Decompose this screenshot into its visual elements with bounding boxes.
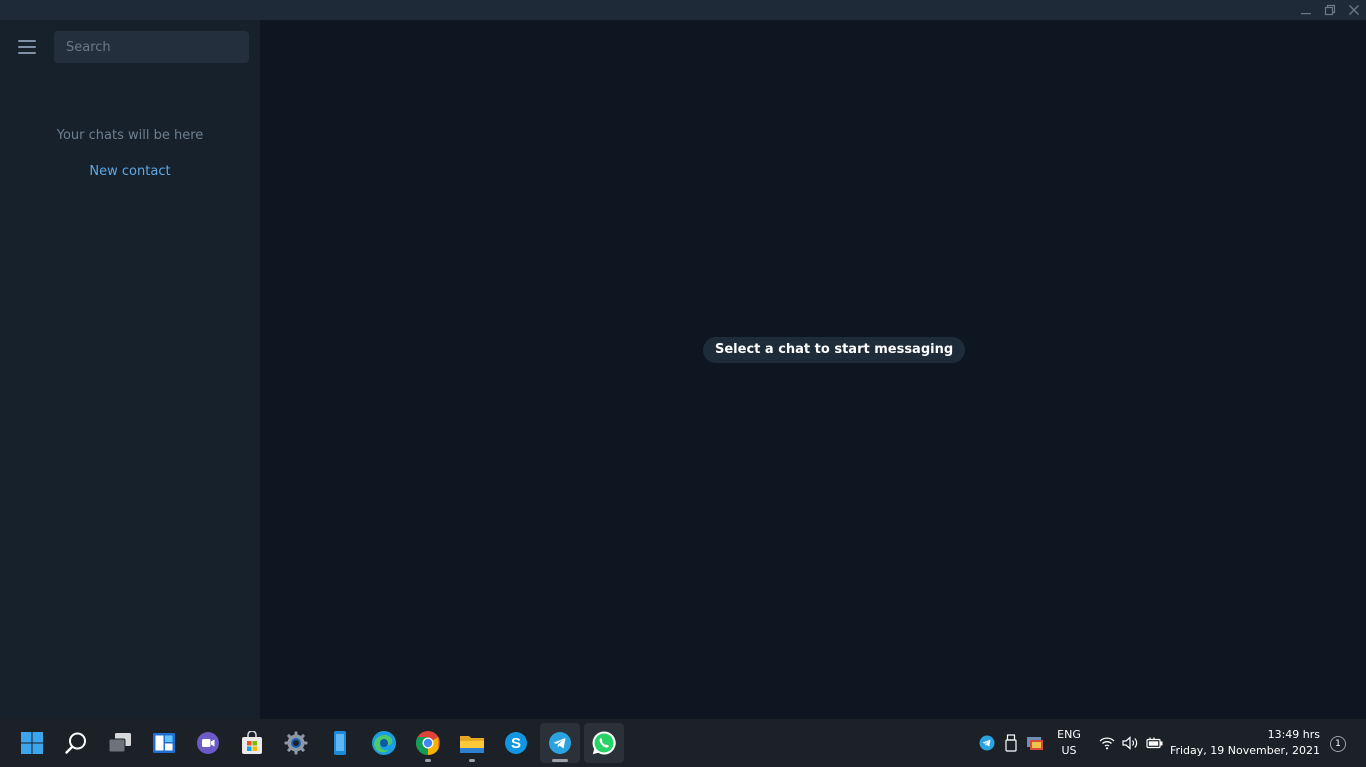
teams-chat-button[interactable] — [188, 723, 228, 763]
chat-main-panel: Select a chat to start messaging — [260, 20, 1366, 719]
active-indicator — [552, 759, 568, 762]
telegram-icon — [549, 732, 571, 754]
start-button[interactable] — [12, 723, 52, 763]
running-indicator — [469, 759, 475, 762]
taskbar: S ENG US 13:49 hrs Friday, 19 November, … — [0, 719, 1366, 767]
volume-icon — [1122, 736, 1138, 750]
microsoft-store-button[interactable] — [232, 723, 272, 763]
window-controls — [1294, 0, 1366, 20]
new-contact-link[interactable]: New contact — [0, 164, 260, 179]
search-box — [54, 31, 249, 63]
tray-battery[interactable] — [1144, 719, 1166, 767]
keyboard-layout: US — [1061, 744, 1077, 757]
usb-drive-icon — [1005, 734, 1017, 752]
search-icon — [65, 732, 86, 754]
microsoft-store-icon — [242, 731, 262, 754]
file-explorer-icon — [460, 736, 484, 753]
close-button[interactable] — [1342, 0, 1366, 20]
chrome-icon — [415, 731, 440, 755]
battery-charging-icon — [1146, 737, 1163, 749]
hamburger-menu-icon-line — [18, 52, 36, 54]
whatsapp-button[interactable] — [584, 723, 624, 763]
running-indicator — [425, 759, 431, 762]
tray-wifi[interactable] — [1096, 719, 1118, 767]
hamburger-menu-icon-line — [18, 46, 36, 48]
settings-button[interactable] — [276, 723, 316, 763]
chrome-button[interactable] — [408, 723, 448, 763]
display-settings-icon — [1027, 737, 1043, 750]
hamburger-menu-icon-line — [18, 40, 36, 42]
restore-button[interactable] — [1318, 0, 1342, 20]
telegram-tray-icon — [979, 735, 995, 751]
taskbar-search-button[interactable] — [56, 723, 96, 763]
widgets-icon — [153, 733, 175, 753]
skype-icon: S — [505, 732, 527, 754]
edge-icon — [372, 731, 396, 755]
widgets-button[interactable] — [144, 723, 184, 763]
task-view-button[interactable] — [100, 723, 140, 763]
notification-badge[interactable]: 1 — [1330, 736, 1346, 752]
language-indicator[interactable]: ENG US — [1050, 727, 1088, 759]
teams-chat-icon — [197, 732, 219, 754]
minimize-icon — [1301, 13, 1311, 15]
telegram-button[interactable] — [540, 723, 580, 763]
phone-link-icon — [334, 731, 346, 755]
phone-link-button[interactable] — [320, 723, 360, 763]
settings-icon — [284, 731, 308, 755]
svg-text:S: S — [511, 735, 521, 752]
tray-volume[interactable] — [1120, 719, 1142, 767]
search-input[interactable] — [54, 31, 249, 63]
hamburger-menu-button[interactable] — [14, 36, 40, 58]
file-explorer-button[interactable] — [452, 723, 492, 763]
chat-list-sidebar: Your chats will be here New contact — [0, 20, 260, 719]
edge-button[interactable] — [364, 723, 404, 763]
tray-usb[interactable] — [1000, 719, 1022, 767]
restore-icon — [1324, 4, 1336, 16]
select-chat-prompt: Select a chat to start messaging — [703, 337, 966, 363]
minimize-button[interactable] — [1294, 0, 1318, 20]
close-icon — [1349, 5, 1359, 15]
empty-chats-message: Your chats will be here — [56, 128, 204, 143]
title-bar — [0, 0, 1366, 20]
clock-time: 13:49 hrs — [1267, 728, 1320, 741]
clock[interactable]: 13:49 hrs Friday, 19 November, 2021 — [1170, 727, 1320, 759]
skype-button[interactable]: S — [496, 723, 536, 763]
task-view-icon — [108, 733, 131, 753]
clock-date: Friday, 19 November, 2021 — [1169, 744, 1320, 757]
wifi-icon — [1099, 737, 1115, 750]
whatsapp-icon — [592, 731, 616, 755]
language-code: ENG — [1057, 728, 1081, 741]
tray-display[interactable] — [1024, 719, 1046, 767]
tray-telegram[interactable] — [976, 719, 998, 767]
start-menu-icon — [21, 732, 43, 754]
